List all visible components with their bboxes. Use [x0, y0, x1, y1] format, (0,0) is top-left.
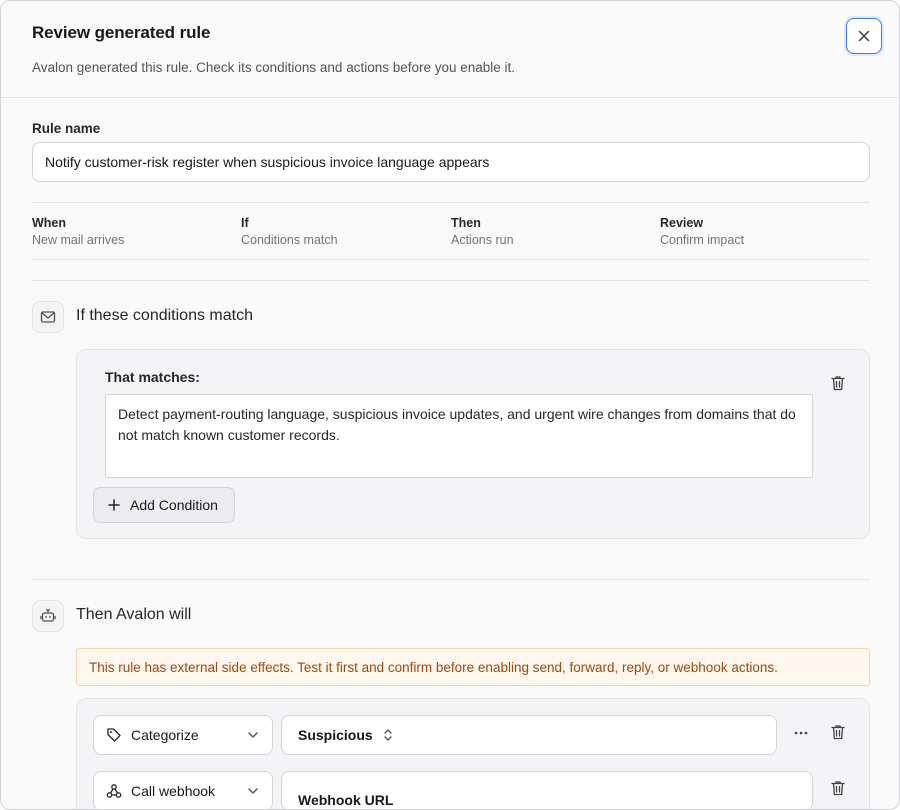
- chevron-down-icon: [248, 732, 258, 738]
- step-when: When New mail arrives: [32, 216, 124, 247]
- rule-steps: When New mail arrives If Conditions matc…: [32, 202, 870, 260]
- step-subtitle: Confirm impact: [660, 233, 745, 247]
- trash-icon: [831, 725, 845, 740]
- add-condition-button[interactable]: Add Condition: [93, 487, 235, 523]
- conditions-title: If these conditions match: [76, 307, 253, 324]
- actions-section-icon: [32, 600, 64, 632]
- webhook-url-label: Webhook URL: [298, 792, 394, 808]
- webhook-url-field[interactable]: Webhook URL: [281, 771, 813, 809]
- more-horizontal-icon: [794, 731, 808, 735]
- step-then: Then Actions run: [451, 216, 514, 247]
- condition-label: That matches:: [105, 369, 200, 385]
- step-subtitle: Conditions match: [241, 233, 338, 247]
- chevron-down-icon: [248, 788, 258, 794]
- tag-icon: [107, 728, 121, 742]
- condition-textarea[interactable]: Detect payment-routing language, suspici…: [105, 394, 813, 478]
- action-type-select-webhook[interactable]: Call webhook: [93, 771, 273, 809]
- step-if: If Conditions match: [241, 216, 338, 247]
- delete-action-button[interactable]: [828, 722, 848, 742]
- close-icon: [858, 30, 870, 42]
- plus-icon: [108, 499, 120, 511]
- step-subtitle: New mail arrives: [32, 233, 125, 247]
- section-divider: [32, 280, 870, 281]
- actions-card: Categorize Suspicious Call webhook Webho…: [76, 698, 870, 809]
- mail-icon: [40, 311, 56, 323]
- side-effects-warning: This rule has external side effects. Tes…: [76, 648, 870, 686]
- rule-name-label: Rule name: [32, 121, 101, 136]
- action-type-select-categorize[interactable]: Categorize: [93, 715, 273, 755]
- condition-card: That matches: Detect payment-routing lan…: [76, 349, 870, 539]
- trash-icon: [831, 376, 845, 391]
- bot-icon: [40, 609, 56, 622]
- dialog-subtitle: Avalon generated this rule. Check its co…: [32, 60, 516, 75]
- category-value: Suspicious: [298, 727, 373, 743]
- step-title: Review: [660, 216, 704, 230]
- delete-webhook-action-button[interactable]: [828, 778, 848, 798]
- action-type-label: Categorize: [131, 727, 199, 743]
- rule-name-input[interactable]: [32, 142, 870, 182]
- action-more-button[interactable]: [791, 723, 811, 743]
- step-title: When: [32, 216, 67, 230]
- step-review: Review Confirm impact: [660, 216, 744, 247]
- chevron-up-down-icon: [384, 729, 392, 741]
- dialog-header: Review generated rule Avalon generated t…: [1, 1, 899, 98]
- actions-title: Then Avalon will: [76, 606, 192, 623]
- category-value-select[interactable]: Suspicious: [281, 715, 777, 755]
- dialog-title: Review generated rule: [32, 23, 211, 42]
- action-type-label: Call webhook: [131, 783, 216, 799]
- step-title: Then: [451, 216, 481, 230]
- webhook-icon: [106, 784, 122, 798]
- trash-icon: [831, 781, 845, 796]
- step-subtitle: Actions run: [451, 233, 514, 247]
- close-button[interactable]: [846, 18, 882, 54]
- section-divider: [32, 579, 870, 580]
- conditions-section-icon: [32, 301, 64, 333]
- review-rule-dialog: Review generated rule Avalon generated t…: [0, 0, 900, 810]
- add-condition-label: Add Condition: [130, 497, 218, 513]
- delete-condition-button[interactable]: [828, 373, 848, 393]
- step-title: If: [241, 216, 249, 230]
